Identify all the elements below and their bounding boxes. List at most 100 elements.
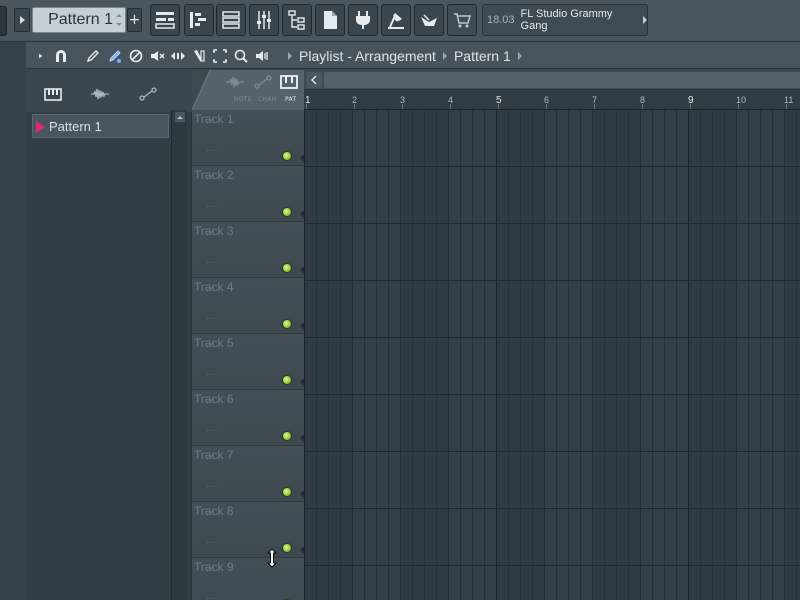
picker-scrollbar[interactable] (171, 110, 187, 600)
shop-button[interactable] (447, 4, 477, 36)
grid-line (400, 110, 401, 600)
track-name[interactable]: Track 9 (194, 560, 234, 574)
track-name[interactable]: Track 5 (194, 336, 234, 350)
playback-tool[interactable] (253, 47, 271, 64)
track-lane-divider (304, 508, 800, 509)
timeline-ruler[interactable]: 1 2 3 4 5 6 7 8 9 10 11 (304, 90, 800, 110)
mixer-button[interactable] (249, 4, 279, 36)
track-enable-led-icon[interactable] (282, 431, 292, 441)
pattern-filter-button[interactable] (279, 74, 299, 90)
track-enable-led-icon[interactable] (282, 263, 292, 273)
delete-tool[interactable] (127, 47, 145, 64)
select-tool[interactable] (211, 47, 229, 64)
track-list: Track 1... Track 2... Track 3... Track 4...… (192, 110, 304, 600)
left-panel-handle[interactable] (0, 6, 7, 36)
pattern-selector[interactable]: Pattern 1 (32, 7, 126, 33)
slip-tool[interactable] (169, 47, 187, 64)
track-enable-led-icon[interactable] (282, 375, 292, 385)
breadcrumb-arrow-icon (442, 51, 447, 60)
track-name[interactable]: Track 3 (194, 224, 234, 238)
pattern-clips-tab[interactable] (42, 85, 64, 103)
track-enable-led-icon[interactable] (282, 319, 292, 329)
plugin-database-icon (356, 11, 370, 29)
playlist-window: Playlist - Arrangement Pattern 1 Pattern… (26, 42, 800, 600)
plugin-picker-button[interactable] (315, 4, 345, 36)
select-icon (213, 48, 227, 63)
track-lane-divider (304, 337, 800, 338)
track-row[interactable]: Track 1... (192, 110, 304, 166)
grid-line (340, 110, 341, 600)
track-enable-led-icon[interactable] (282, 487, 292, 497)
picker-item-pattern-1[interactable]: Pattern 1 (32, 114, 169, 138)
pattern-menu-button[interactable] (14, 8, 30, 32)
track-lane-divider (304, 394, 800, 395)
breadcrumb-arrow-icon (288, 51, 292, 60)
mute-icon (151, 50, 165, 61)
breadcrumb-pattern[interactable]: Pattern 1 (454, 48, 511, 64)
grid-line (676, 110, 677, 600)
play-arrow-icon (19, 16, 25, 24)
grid-line (424, 110, 425, 600)
automation-icon (139, 87, 157, 101)
scrollbar-thumb[interactable] (324, 72, 800, 88)
track-row[interactable]: Track 9... (192, 558, 304, 600)
arrangement-area[interactable]: 1 2 3 4 5 6 7 8 9 10 11 (304, 70, 800, 600)
browser-icon (288, 10, 305, 30)
main-toolbar: Pattern 1 + 18.03 FL Studio Grammy Gang (0, 0, 800, 42)
grid-line (484, 110, 485, 600)
piano-roll-button[interactable] (184, 4, 214, 36)
paint-tool[interactable] (106, 47, 124, 64)
grid-line (520, 110, 521, 600)
track-placeholder: ... (206, 591, 219, 600)
channel-filter-button[interactable] (253, 74, 273, 90)
grid-line (604, 110, 605, 600)
delete-icon (129, 49, 143, 62)
track-enable-led-icon[interactable] (282, 207, 292, 217)
pattern-spinner-icon[interactable] (116, 14, 122, 26)
track-placeholder: ... (206, 423, 219, 434)
automation-clips-tab[interactable] (137, 85, 159, 103)
mute-tool[interactable] (148, 47, 166, 64)
piano-keys-icon (44, 88, 62, 101)
track-row[interactable]: Track 4... (192, 278, 304, 334)
track-row[interactable]: Track 7... (192, 446, 304, 502)
track-lane-divider (304, 451, 800, 452)
playlist-menu-button[interactable] (36, 47, 46, 64)
track-name[interactable]: Track 4 (194, 280, 234, 294)
channel-rack-button[interactable] (216, 4, 246, 36)
browser-button[interactable] (282, 4, 312, 36)
note-filter-button[interactable] (225, 74, 245, 90)
playlist-button[interactable] (150, 4, 180, 36)
filter-label-chan: CHAN (258, 96, 277, 103)
project-picker-button[interactable] (414, 4, 444, 36)
manual-button[interactable] (381, 4, 411, 36)
track-enable-led-icon[interactable] (282, 543, 292, 553)
horizontal-scrollbar[interactable] (304, 70, 800, 90)
draw-tool[interactable] (84, 47, 102, 64)
track-row[interactable]: Track 6... (192, 390, 304, 446)
hint-panel[interactable]: 18.03 FL Studio Grammy Gang (482, 4, 648, 36)
scroll-up-icon[interactable] (175, 112, 185, 122)
audio-clips-tab[interactable] (89, 85, 111, 103)
zoom-tool[interactable] (232, 47, 250, 64)
scroll-left-button[interactable] (306, 72, 322, 88)
track-name[interactable]: Track 2 (194, 168, 234, 182)
grid-line (532, 110, 533, 600)
slice-tool[interactable] (190, 47, 208, 64)
snap-button[interactable] (52, 47, 70, 64)
track-name[interactable]: Track 8 (194, 504, 234, 518)
plugin-database-button[interactable] (348, 4, 378, 36)
grid-line (460, 110, 461, 600)
track-name[interactable]: Track 6 (194, 392, 234, 406)
track-row[interactable]: Track 2... (192, 166, 304, 222)
track-name[interactable]: Track 1 (194, 112, 234, 126)
playlist-grid[interactable] (304, 110, 800, 600)
grid-line (664, 110, 665, 600)
track-row[interactable]: Track 5... (192, 334, 304, 390)
add-pattern-button[interactable]: + (127, 8, 142, 32)
track-enable-led-icon[interactable] (282, 151, 292, 161)
breadcrumb-playlist[interactable]: Playlist - Arrangement (299, 48, 436, 64)
track-name[interactable]: Track 7 (194, 448, 234, 462)
track-row[interactable]: Track 8... (192, 502, 304, 558)
track-row[interactable]: Track 3... (192, 222, 304, 278)
